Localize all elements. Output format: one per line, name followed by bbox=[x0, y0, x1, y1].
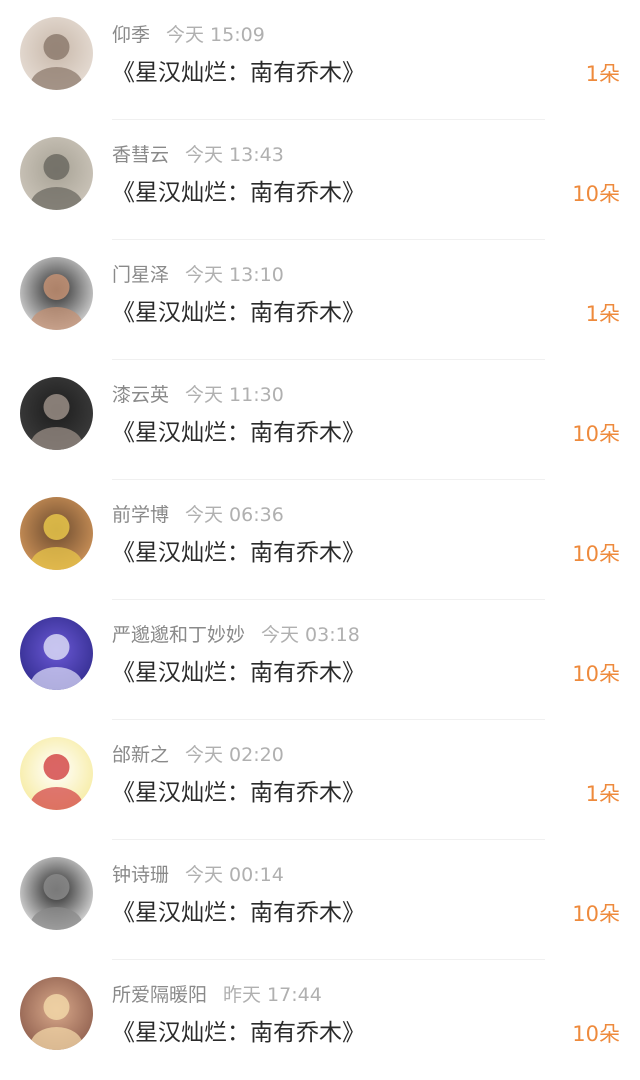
work-title[interactable]: 《星汉灿烂：南有乔木》 bbox=[112, 418, 365, 448]
list-item[interactable]: 所爱隔暖阳 昨天 17:44 《星汉灿烂：南有乔木》 10朵 bbox=[0, 960, 640, 1080]
sender-line: 钟诗珊 今天 00:14 bbox=[112, 863, 284, 887]
flower-count: 1朵 bbox=[585, 782, 620, 806]
timestamp: 今天 13:10 bbox=[185, 264, 284, 286]
work-title[interactable]: 《星汉灿烂：南有乔木》 bbox=[112, 58, 365, 88]
flower-count: 10朵 bbox=[572, 182, 620, 206]
timestamp: 今天 06:36 bbox=[185, 504, 284, 526]
avatar[interactable] bbox=[20, 137, 93, 210]
list-item[interactable]: 邰新之 今天 02:20 《星汉灿烂：南有乔木》 1朵 bbox=[0, 720, 640, 840]
sender-name[interactable]: 门星泽 bbox=[112, 264, 169, 286]
list-item[interactable]: 漆云英 今天 11:30 《星汉灿烂：南有乔木》 10朵 bbox=[0, 360, 640, 480]
list-item[interactable]: 门星泽 今天 13:10 《星汉灿烂：南有乔木》 1朵 bbox=[0, 240, 640, 360]
sender-name[interactable]: 仰季 bbox=[112, 24, 150, 46]
timestamp: 今天 00:14 bbox=[185, 864, 284, 886]
sender-name[interactable]: 所爱隔暖阳 bbox=[112, 984, 207, 1006]
sender-name[interactable]: 钟诗珊 bbox=[112, 864, 169, 886]
list-item[interactable]: 钟诗珊 今天 00:14 《星汉灿烂：南有乔木》 10朵 bbox=[0, 840, 640, 960]
avatar[interactable] bbox=[20, 617, 93, 690]
work-title[interactable]: 《星汉灿烂：南有乔木》 bbox=[112, 298, 365, 328]
sender-line: 严邈邈和丁妙妙 今天 03:18 bbox=[112, 623, 360, 647]
flower-count: 1朵 bbox=[585, 62, 620, 86]
work-title[interactable]: 《星汉灿烂：南有乔木》 bbox=[112, 778, 365, 808]
avatar[interactable] bbox=[20, 497, 93, 570]
flower-count: 10朵 bbox=[572, 422, 620, 446]
list-item[interactable]: 仰季 今天 15:09 《星汉灿烂：南有乔木》 1朵 bbox=[0, 0, 640, 120]
flower-count: 1朵 bbox=[585, 302, 620, 326]
gift-record-list: 仰季 今天 15:09 《星汉灿烂：南有乔木》 1朵 香彗云 今天 13:43 《星汉灿烂：… bbox=[0, 0, 640, 1061]
avatar[interactable] bbox=[20, 737, 93, 810]
sender-line: 所爱隔暖阳 昨天 17:44 bbox=[112, 983, 322, 1007]
sender-name[interactable]: 漆云英 bbox=[112, 384, 169, 406]
flower-count: 10朵 bbox=[572, 662, 620, 686]
timestamp: 今天 15:09 bbox=[166, 24, 265, 46]
sender-line: 邰新之 今天 02:20 bbox=[112, 743, 284, 767]
work-title[interactable]: 《星汉灿烂：南有乔木》 bbox=[112, 898, 365, 928]
timestamp: 今天 03:18 bbox=[261, 624, 360, 646]
avatar[interactable] bbox=[20, 857, 93, 930]
sender-line: 门星泽 今天 13:10 bbox=[112, 263, 284, 287]
timestamp: 今天 11:30 bbox=[185, 384, 284, 406]
work-title[interactable]: 《星汉灿烂：南有乔木》 bbox=[112, 538, 365, 568]
timestamp: 今天 02:20 bbox=[185, 744, 284, 766]
sender-name[interactable]: 严邈邈和丁妙妙 bbox=[112, 624, 245, 646]
sender-line: 前学博 今天 06:36 bbox=[112, 503, 284, 527]
work-title[interactable]: 《星汉灿烂：南有乔木》 bbox=[112, 1018, 365, 1048]
sender-name[interactable]: 前学博 bbox=[112, 504, 169, 526]
sender-line: 漆云英 今天 11:30 bbox=[112, 383, 284, 407]
work-title[interactable]: 《星汉灿烂：南有乔木》 bbox=[112, 178, 365, 208]
work-title[interactable]: 《星汉灿烂：南有乔木》 bbox=[112, 658, 365, 688]
flower-count: 10朵 bbox=[572, 1022, 620, 1046]
timestamp: 今天 13:43 bbox=[185, 144, 284, 166]
flower-count: 10朵 bbox=[572, 902, 620, 926]
sender-name[interactable]: 香彗云 bbox=[112, 144, 169, 166]
avatar[interactable] bbox=[20, 17, 93, 90]
sender-line: 仰季 今天 15:09 bbox=[112, 23, 265, 47]
list-item[interactable]: 严邈邈和丁妙妙 今天 03:18 《星汉灿烂：南有乔木》 10朵 bbox=[0, 600, 640, 720]
avatar[interactable] bbox=[20, 257, 93, 330]
avatar[interactable] bbox=[20, 977, 93, 1050]
sender-line: 香彗云 今天 13:43 bbox=[112, 143, 284, 167]
avatar[interactable] bbox=[20, 377, 93, 450]
flower-count: 10朵 bbox=[572, 542, 620, 566]
sender-name[interactable]: 邰新之 bbox=[112, 744, 169, 766]
list-item[interactable]: 香彗云 今天 13:43 《星汉灿烂：南有乔木》 10朵 bbox=[0, 120, 640, 240]
list-item[interactable]: 前学博 今天 06:36 《星汉灿烂：南有乔木》 10朵 bbox=[0, 480, 640, 600]
timestamp: 昨天 17:44 bbox=[223, 984, 322, 1006]
